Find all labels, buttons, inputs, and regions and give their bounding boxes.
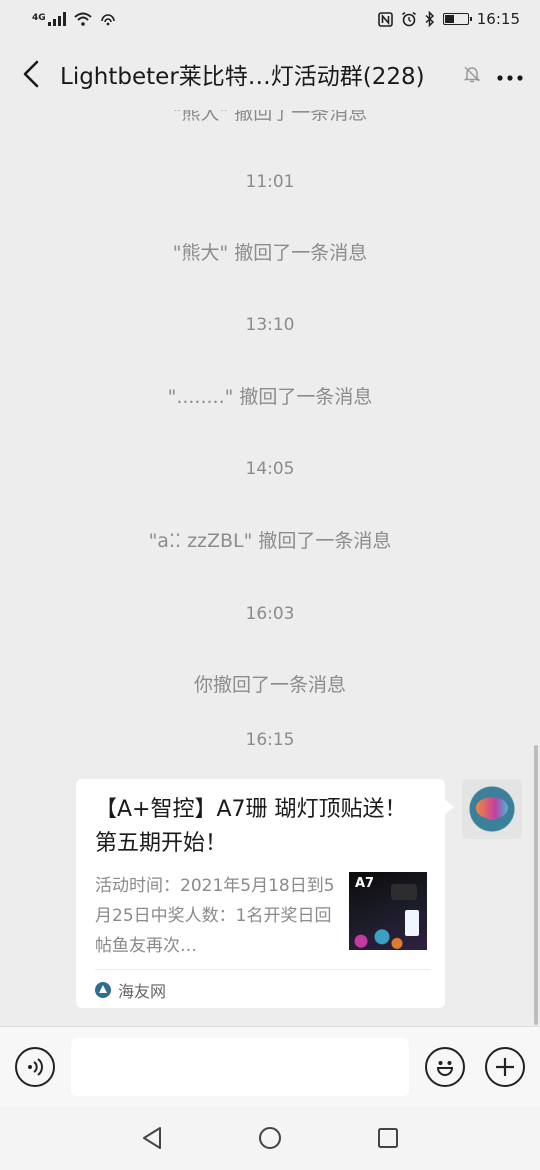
circle-home-icon <box>259 1127 281 1149</box>
voice-button[interactable] <box>15 1046 55 1087</box>
more-dots-icon <box>497 75 523 81</box>
chat-messages[interactable]: "熊大" 撤回了一条消息 11:01 "熊大" 撤回了一条消息 13:10 ".… <box>0 110 540 1026</box>
card-source: 海友网 <box>95 978 166 1002</box>
square-recent-icon <box>378 1128 398 1148</box>
card-title: 【A+智控】A7珊 瑚灯顶贴送！第五期开始！ <box>95 797 407 856</box>
card-source-name: 海友网 <box>118 982 167 1001</box>
bluetooth-icon <box>425 11 434 27</box>
timestamp: 16:03 <box>245 604 295 624</box>
wifi-icon <box>73 12 92 26</box>
back-button[interactable] <box>16 59 46 89</box>
input-bar <box>0 1026 540 1106</box>
emoji-button[interactable] <box>425 1046 465 1087</box>
status-right: 16:15 <box>377 10 520 28</box>
input-actions <box>425 1046 525 1087</box>
battery-icon <box>442 13 472 25</box>
system-nav-bar <box>0 1106 540 1170</box>
header-actions <box>462 62 524 86</box>
bell-off-icon <box>463 66 481 83</box>
nav-back-button[interactable] <box>137 1123 167 1153</box>
card-divider <box>95 969 431 970</box>
status-bar: 4G 16:15 <box>0 0 540 38</box>
card-description: 活动时间：2021年5月18日到5月25日中奖人数：1名开奖日回帖鱼友再次… <box>95 876 335 956</box>
nav-home-button[interactable] <box>255 1123 285 1153</box>
timestamp: 16:15 <box>245 730 295 750</box>
fish-image <box>476 797 508 819</box>
triangle-back-icon <box>143 1127 161 1149</box>
nfc-icon <box>377 11 393 27</box>
link-card[interactable]: 【A+智控】A7珊 瑚灯顶贴送！第五期开始！ 活动时间：2021年5月18日到5… <box>76 779 454 1008</box>
avatar[interactable] <box>462 779 522 839</box>
system-message: "熊大" 撤回了一条消息 <box>172 110 368 124</box>
timestamp: 11:01 <box>245 172 295 192</box>
source-logo-icon <box>95 982 111 998</box>
status-left: 4G <box>32 11 116 27</box>
alarm-icon <box>401 11 416 27</box>
network-type: 4G <box>32 13 46 23</box>
back-arrow-icon <box>23 60 39 88</box>
card-thumbnail: A7 <box>349 872 427 950</box>
thumbnail-label: A7 <box>355 876 375 891</box>
timestamp: 13:10 <box>245 315 295 335</box>
plus-button[interactable] <box>485 1046 525 1087</box>
chat-title: Lightbeter莱比特…灯活动群(228) <box>60 64 425 90</box>
signal-icon <box>47 12 66 26</box>
timestamp: 14:05 <box>245 459 295 479</box>
plus-icon <box>496 1057 514 1076</box>
coral-image <box>349 928 409 950</box>
status-time: 16:15 <box>476 10 520 28</box>
voice-icon <box>28 1057 43 1076</box>
system-message: "a⁚⁚ zzZBL" 撤回了一条消息 <box>148 530 392 552</box>
lamp-image <box>391 884 417 900</box>
system-message: "........" 撤回了一条消息 <box>167 386 373 408</box>
hotspot-icon <box>100 14 115 26</box>
message-input[interactable] <box>71 1037 409 1096</box>
more-button[interactable] <box>496 62 524 86</box>
chat-header: Lightbeter莱比特…灯活动群(228) <box>0 38 540 110</box>
emoji-icon <box>436 1060 454 1076</box>
nav-recent-button[interactable] <box>373 1123 403 1153</box>
system-message: 你撤回了一条消息 <box>193 674 346 696</box>
chat-scrollbar[interactable] <box>534 745 538 1025</box>
system-message: "熊大" 撤回了一条消息 <box>172 242 368 264</box>
